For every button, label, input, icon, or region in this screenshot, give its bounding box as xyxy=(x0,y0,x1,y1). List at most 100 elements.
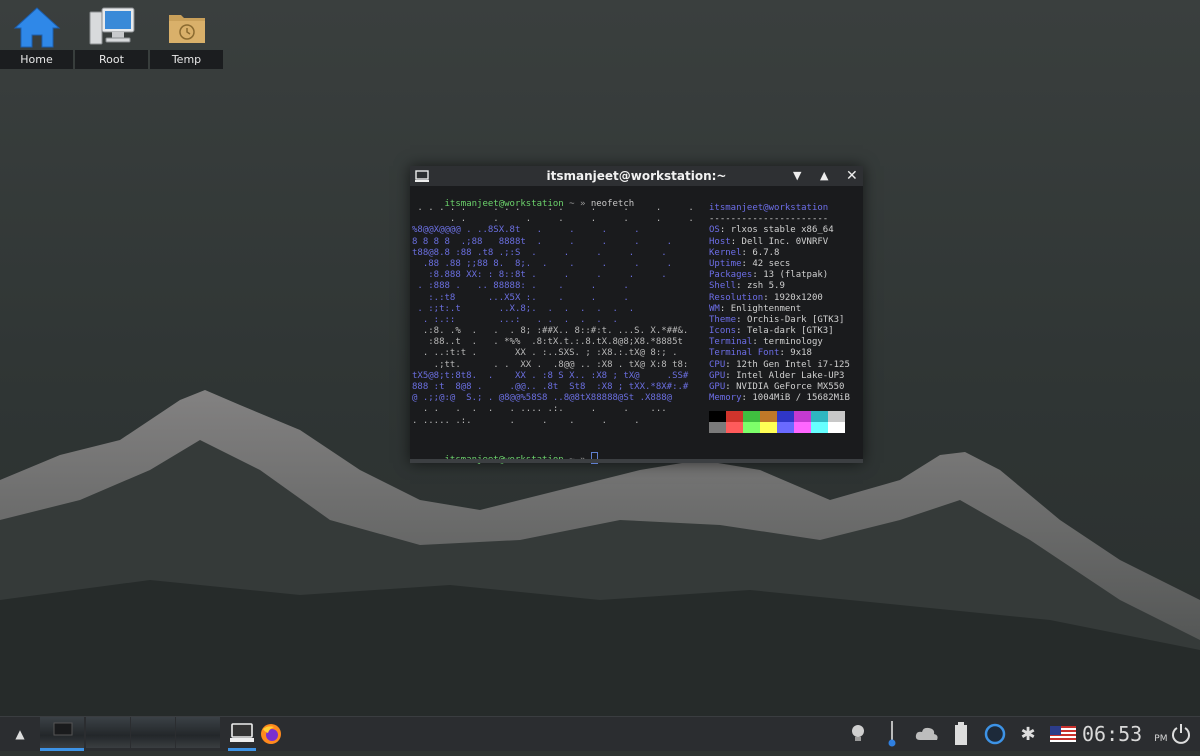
ascii-line: :8.888 XX: : 8::8t . . . . . xyxy=(412,270,667,281)
chevron-up-icon: ▲ xyxy=(15,727,25,741)
terminal-window[interactable]: itsmanjeet@workstation:~ ▼ ▲ ✕ itsmanjee… xyxy=(410,166,863,465)
info-value: rlxos stable x86_64 xyxy=(730,225,834,236)
tray-lightbulb[interactable] xyxy=(848,717,868,751)
ascii-line: tX5@8;t:8t8. . XX . :8 S X.. :X8 ; tX@ .… xyxy=(412,370,689,381)
palette-swatch xyxy=(760,422,777,433)
ascii-line: . :;t:.t ..X.8;. . . . . . . xyxy=(412,303,635,314)
palette-swatch xyxy=(777,411,794,422)
tray-volume[interactable] xyxy=(884,717,900,751)
info-key: Terminal Font xyxy=(709,348,780,359)
palette-swatch xyxy=(726,422,743,433)
taskbar-menu-button[interactable]: ▲ xyxy=(8,717,32,751)
taskbar-terminal[interactable] xyxy=(228,717,256,751)
lightbulb-icon xyxy=(852,725,864,741)
tray-bluetooth[interactable]: ✱ xyxy=(1019,717,1037,751)
info-row: Memory: 1004MiB / 15682MiB xyxy=(709,393,850,404)
close-button[interactable]: ✕ xyxy=(846,166,858,186)
ascii-line: t88@8.8 :88 .t8 .;:S . . . . . xyxy=(412,247,667,258)
palette-swatch xyxy=(777,422,794,433)
terminal-scrollbar[interactable] xyxy=(410,459,863,463)
info-value: 13 (flatpak) xyxy=(763,270,829,281)
info-value: Tela-dark [GTK3] xyxy=(746,326,834,337)
info-row: Shell: zsh 5.9 xyxy=(709,281,785,292)
info-row: Host: Dell Inc. 0VNRFV xyxy=(709,236,829,247)
minimize-button[interactable]: ▼ xyxy=(793,166,801,186)
info-value: terminology xyxy=(763,337,823,348)
info-key: Icons xyxy=(709,326,737,337)
palette-swatch xyxy=(811,411,828,422)
info-header: itsmanjeet@workstation xyxy=(709,203,829,213)
palette-swatch xyxy=(743,411,760,422)
desktop-pager-4[interactable] xyxy=(176,717,220,748)
us-flag-icon xyxy=(1050,726,1076,742)
ascii-line: . . . . . . .... .:. . . ... xyxy=(412,404,667,415)
home-icon xyxy=(0,4,73,50)
tray-weather[interactable] xyxy=(914,717,940,751)
ascii-line: . . . . . . . . . . . . . . xyxy=(412,203,694,213)
info-row: GPU: NVIDIA GeForce MX550 xyxy=(709,382,845,392)
info-value: 42 secs xyxy=(752,258,791,269)
desktop-icon-root[interactable]: Root xyxy=(75,0,148,69)
ascii-line: . ..... .:. . . . . . xyxy=(412,415,640,426)
desktop-icon-home[interactable]: Home xyxy=(0,0,73,69)
desktop-icon-temp[interactable]: Temp xyxy=(150,0,223,69)
desktop-icon-label: Home xyxy=(0,50,73,69)
ascii-line: 8 8 8 8 .;88 8888t . . . . . xyxy=(412,236,673,247)
desktop-icon-label: Root xyxy=(75,50,148,69)
system-info-panel: itsmanjeet@workstation -----------------… xyxy=(709,203,861,404)
info-row: Resolution: 1920x1200 xyxy=(709,292,823,303)
tray-battery[interactable] xyxy=(952,717,970,751)
ascii-line: . ..:t:t . XX . :..SXS. ; :X8.:.tX@ 8:; … xyxy=(412,348,678,359)
info-value: 1004MiB / 15682MiB xyxy=(752,393,850,404)
terminal-icon xyxy=(230,722,254,742)
info-row: Uptime: 42 secs xyxy=(709,258,791,269)
desktop-pager-1[interactable] xyxy=(40,717,84,751)
palette-swatch xyxy=(709,411,726,422)
maximize-button[interactable]: ▲ xyxy=(820,166,828,186)
folder-clock-icon xyxy=(150,4,223,50)
info-row: Kernel: 6.7.8 xyxy=(709,247,780,258)
info-value: Dell Inc. 0VNRFV xyxy=(741,236,829,247)
terminal-output[interactable]: itsmanjeet@workstation ~ » neofetch . . … xyxy=(412,188,861,465)
info-key: Host xyxy=(709,236,731,247)
info-value: 1920x1200 xyxy=(774,292,823,303)
color-palette xyxy=(709,411,845,433)
info-key: GPU xyxy=(709,382,726,392)
terminal-app-icon[interactable] xyxy=(415,166,429,186)
taskbar-clock[interactable]: 06:53 PM xyxy=(1082,717,1167,751)
palette-swatch xyxy=(828,422,845,433)
info-key: Theme xyxy=(709,314,737,325)
info-row: Packages: 13 (flatpak) xyxy=(709,270,829,281)
info-row: Icons: Tela-dark [GTK3] xyxy=(709,326,834,337)
palette-swatch xyxy=(726,411,743,422)
ascii-line: . :888 . .. 88888: . . . . xyxy=(412,281,629,292)
taskbar-firefox[interactable] xyxy=(258,717,284,751)
ascii-line: :.:t8 ...X5X :. . . . xyxy=(412,292,629,303)
ascii-line: %8@@X@@@@ . ..8SX.8t . . . . xyxy=(412,225,640,236)
desktop-pager-3[interactable] xyxy=(131,717,175,748)
window-titlebar[interactable]: itsmanjeet@workstation:~ ▼ ▲ ✕ xyxy=(410,166,863,186)
desktop-pager-2[interactable] xyxy=(86,717,130,748)
info-row: Terminal Font: 9x18 xyxy=(709,348,812,359)
power-button[interactable] xyxy=(1168,717,1194,751)
ascii-line: .:8. .% . . . 8; :##X.. 8::#:t. ...S. X.… xyxy=(412,326,689,337)
palette-swatch xyxy=(743,422,760,433)
info-rule: ---------------------- xyxy=(709,214,829,225)
ascii-line: @ .;;@:@ S.; . @8@@%58S8 ..8@8tX88888@St… xyxy=(412,393,673,404)
computer-icon xyxy=(75,4,148,50)
ascii-line: .;tt. . . XX . .8@@ .. :X8 . tX@ X:8 t8: xyxy=(412,359,689,370)
tray-connman[interactable] xyxy=(983,717,1007,751)
ascii-line: 888 :t 8@8 . .@@.. .8t St8 :X8 ; tXX.*8X… xyxy=(412,382,689,392)
info-key: OS xyxy=(709,225,720,236)
info-value: zsh 5.9 xyxy=(746,281,785,292)
info-key: WM xyxy=(709,303,720,314)
info-key: Resolution xyxy=(709,292,764,303)
bluetooth-icon: ✱ xyxy=(1020,723,1036,745)
info-row: Theme: Orchis-Dark [GTK3] xyxy=(709,314,845,325)
palette-swatch xyxy=(828,411,845,422)
tray-keyboard-layout[interactable] xyxy=(1049,717,1077,751)
info-value: Intel Alder Lake-UP3 xyxy=(736,370,845,381)
info-row: CPU: 12th Gen Intel i7-125 xyxy=(709,359,850,370)
info-key: Terminal xyxy=(709,337,753,348)
info-value: Orchis-Dark [GTK3] xyxy=(746,314,845,325)
